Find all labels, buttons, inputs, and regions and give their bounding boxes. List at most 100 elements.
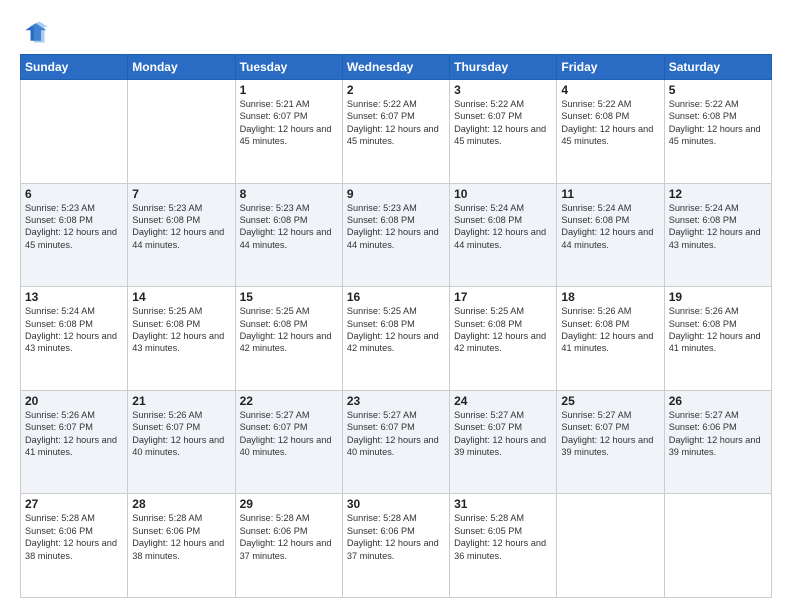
calendar-cell: 26Sunrise: 5:27 AM Sunset: 6:06 PM Dayli… <box>664 390 771 494</box>
day-number: 23 <box>347 394 445 408</box>
day-number: 5 <box>669 83 767 97</box>
calendar-cell: 18Sunrise: 5:26 AM Sunset: 6:08 PM Dayli… <box>557 287 664 391</box>
calendar-cell: 23Sunrise: 5:27 AM Sunset: 6:07 PM Dayli… <box>342 390 449 494</box>
day-number: 13 <box>25 290 123 304</box>
day-number: 10 <box>454 187 552 201</box>
calendar-cell <box>128 80 235 184</box>
day-number: 15 <box>240 290 338 304</box>
day-info: Sunrise: 5:28 AM Sunset: 6:06 PM Dayligh… <box>347 512 445 562</box>
day-number: 21 <box>132 394 230 408</box>
calendar-cell: 20Sunrise: 5:26 AM Sunset: 6:07 PM Dayli… <box>21 390 128 494</box>
day-number: 11 <box>561 187 659 201</box>
day-info: Sunrise: 5:27 AM Sunset: 6:07 PM Dayligh… <box>347 409 445 459</box>
calendar-cell: 3Sunrise: 5:22 AM Sunset: 6:07 PM Daylig… <box>450 80 557 184</box>
day-info: Sunrise: 5:26 AM Sunset: 6:07 PM Dayligh… <box>132 409 230 459</box>
day-number: 2 <box>347 83 445 97</box>
day-number: 6 <box>25 187 123 201</box>
calendar-cell: 10Sunrise: 5:24 AM Sunset: 6:08 PM Dayli… <box>450 183 557 287</box>
col-header-sunday: Sunday <box>21 55 128 80</box>
calendar-cell <box>557 494 664 598</box>
day-info: Sunrise: 5:28 AM Sunset: 6:06 PM Dayligh… <box>25 512 123 562</box>
calendar-cell: 31Sunrise: 5:28 AM Sunset: 6:05 PM Dayli… <box>450 494 557 598</box>
day-number: 20 <box>25 394 123 408</box>
day-info: Sunrise: 5:21 AM Sunset: 6:07 PM Dayligh… <box>240 98 338 148</box>
calendar-cell: 9Sunrise: 5:23 AM Sunset: 6:08 PM Daylig… <box>342 183 449 287</box>
calendar-cell: 19Sunrise: 5:26 AM Sunset: 6:08 PM Dayli… <box>664 287 771 391</box>
day-number: 24 <box>454 394 552 408</box>
day-info: Sunrise: 5:28 AM Sunset: 6:06 PM Dayligh… <box>240 512 338 562</box>
day-info: Sunrise: 5:24 AM Sunset: 6:08 PM Dayligh… <box>454 202 552 252</box>
day-number: 26 <box>669 394 767 408</box>
day-info: Sunrise: 5:28 AM Sunset: 6:06 PM Dayligh… <box>132 512 230 562</box>
calendar-cell <box>21 80 128 184</box>
day-info: Sunrise: 5:23 AM Sunset: 6:08 PM Dayligh… <box>132 202 230 252</box>
day-number: 3 <box>454 83 552 97</box>
calendar-week-row: 13Sunrise: 5:24 AM Sunset: 6:08 PM Dayli… <box>21 287 772 391</box>
day-info: Sunrise: 5:22 AM Sunset: 6:07 PM Dayligh… <box>454 98 552 148</box>
day-info: Sunrise: 5:25 AM Sunset: 6:08 PM Dayligh… <box>132 305 230 355</box>
calendar-week-row: 20Sunrise: 5:26 AM Sunset: 6:07 PM Dayli… <box>21 390 772 494</box>
logo <box>20 18 52 46</box>
day-number: 4 <box>561 83 659 97</box>
calendar-week-row: 1Sunrise: 5:21 AM Sunset: 6:07 PM Daylig… <box>21 80 772 184</box>
day-info: Sunrise: 5:26 AM Sunset: 6:07 PM Dayligh… <box>25 409 123 459</box>
day-number: 16 <box>347 290 445 304</box>
day-number: 9 <box>347 187 445 201</box>
day-info: Sunrise: 5:24 AM Sunset: 6:08 PM Dayligh… <box>25 305 123 355</box>
calendar-page: SundayMondayTuesdayWednesdayThursdayFrid… <box>0 0 792 612</box>
day-info: Sunrise: 5:22 AM Sunset: 6:08 PM Dayligh… <box>561 98 659 148</box>
calendar-table: SundayMondayTuesdayWednesdayThursdayFrid… <box>20 54 772 598</box>
col-header-tuesday: Tuesday <box>235 55 342 80</box>
col-header-monday: Monday <box>128 55 235 80</box>
day-number: 30 <box>347 497 445 511</box>
calendar-cell: 7Sunrise: 5:23 AM Sunset: 6:08 PM Daylig… <box>128 183 235 287</box>
day-info: Sunrise: 5:24 AM Sunset: 6:08 PM Dayligh… <box>561 202 659 252</box>
calendar-cell: 12Sunrise: 5:24 AM Sunset: 6:08 PM Dayli… <box>664 183 771 287</box>
day-number: 25 <box>561 394 659 408</box>
day-info: Sunrise: 5:22 AM Sunset: 6:08 PM Dayligh… <box>669 98 767 148</box>
day-info: Sunrise: 5:25 AM Sunset: 6:08 PM Dayligh… <box>240 305 338 355</box>
calendar-cell: 15Sunrise: 5:25 AM Sunset: 6:08 PM Dayli… <box>235 287 342 391</box>
calendar-cell: 6Sunrise: 5:23 AM Sunset: 6:08 PM Daylig… <box>21 183 128 287</box>
calendar-cell: 4Sunrise: 5:22 AM Sunset: 6:08 PM Daylig… <box>557 80 664 184</box>
day-info: Sunrise: 5:26 AM Sunset: 6:08 PM Dayligh… <box>561 305 659 355</box>
day-number: 22 <box>240 394 338 408</box>
calendar-cell: 1Sunrise: 5:21 AM Sunset: 6:07 PM Daylig… <box>235 80 342 184</box>
calendar-cell: 2Sunrise: 5:22 AM Sunset: 6:07 PM Daylig… <box>342 80 449 184</box>
calendar-cell: 22Sunrise: 5:27 AM Sunset: 6:07 PM Dayli… <box>235 390 342 494</box>
day-number: 31 <box>454 497 552 511</box>
day-number: 27 <box>25 497 123 511</box>
day-info: Sunrise: 5:23 AM Sunset: 6:08 PM Dayligh… <box>25 202 123 252</box>
day-number: 29 <box>240 497 338 511</box>
col-header-friday: Friday <box>557 55 664 80</box>
day-number: 8 <box>240 187 338 201</box>
calendar-cell: 24Sunrise: 5:27 AM Sunset: 6:07 PM Dayli… <box>450 390 557 494</box>
calendar-cell: 17Sunrise: 5:25 AM Sunset: 6:08 PM Dayli… <box>450 287 557 391</box>
calendar-cell: 25Sunrise: 5:27 AM Sunset: 6:07 PM Dayli… <box>557 390 664 494</box>
day-info: Sunrise: 5:27 AM Sunset: 6:07 PM Dayligh… <box>561 409 659 459</box>
calendar-week-row: 6Sunrise: 5:23 AM Sunset: 6:08 PM Daylig… <box>21 183 772 287</box>
day-number: 7 <box>132 187 230 201</box>
day-info: Sunrise: 5:26 AM Sunset: 6:08 PM Dayligh… <box>669 305 767 355</box>
calendar-cell: 11Sunrise: 5:24 AM Sunset: 6:08 PM Dayli… <box>557 183 664 287</box>
calendar-cell: 14Sunrise: 5:25 AM Sunset: 6:08 PM Dayli… <box>128 287 235 391</box>
calendar-cell: 8Sunrise: 5:23 AM Sunset: 6:08 PM Daylig… <box>235 183 342 287</box>
page-header <box>20 18 772 46</box>
day-info: Sunrise: 5:23 AM Sunset: 6:08 PM Dayligh… <box>347 202 445 252</box>
day-number: 18 <box>561 290 659 304</box>
col-header-wednesday: Wednesday <box>342 55 449 80</box>
calendar-cell: 29Sunrise: 5:28 AM Sunset: 6:06 PM Dayli… <box>235 494 342 598</box>
calendar-header-row: SundayMondayTuesdayWednesdayThursdayFrid… <box>21 55 772 80</box>
day-info: Sunrise: 5:23 AM Sunset: 6:08 PM Dayligh… <box>240 202 338 252</box>
day-info: Sunrise: 5:28 AM Sunset: 6:05 PM Dayligh… <box>454 512 552 562</box>
col-header-saturday: Saturday <box>664 55 771 80</box>
day-info: Sunrise: 5:27 AM Sunset: 6:06 PM Dayligh… <box>669 409 767 459</box>
day-info: Sunrise: 5:27 AM Sunset: 6:07 PM Dayligh… <box>240 409 338 459</box>
day-info: Sunrise: 5:25 AM Sunset: 6:08 PM Dayligh… <box>347 305 445 355</box>
day-number: 12 <box>669 187 767 201</box>
calendar-cell: 30Sunrise: 5:28 AM Sunset: 6:06 PM Dayli… <box>342 494 449 598</box>
calendar-cell: 21Sunrise: 5:26 AM Sunset: 6:07 PM Dayli… <box>128 390 235 494</box>
calendar-week-row: 27Sunrise: 5:28 AM Sunset: 6:06 PM Dayli… <box>21 494 772 598</box>
calendar-cell: 16Sunrise: 5:25 AM Sunset: 6:08 PM Dayli… <box>342 287 449 391</box>
calendar-cell: 5Sunrise: 5:22 AM Sunset: 6:08 PM Daylig… <box>664 80 771 184</box>
